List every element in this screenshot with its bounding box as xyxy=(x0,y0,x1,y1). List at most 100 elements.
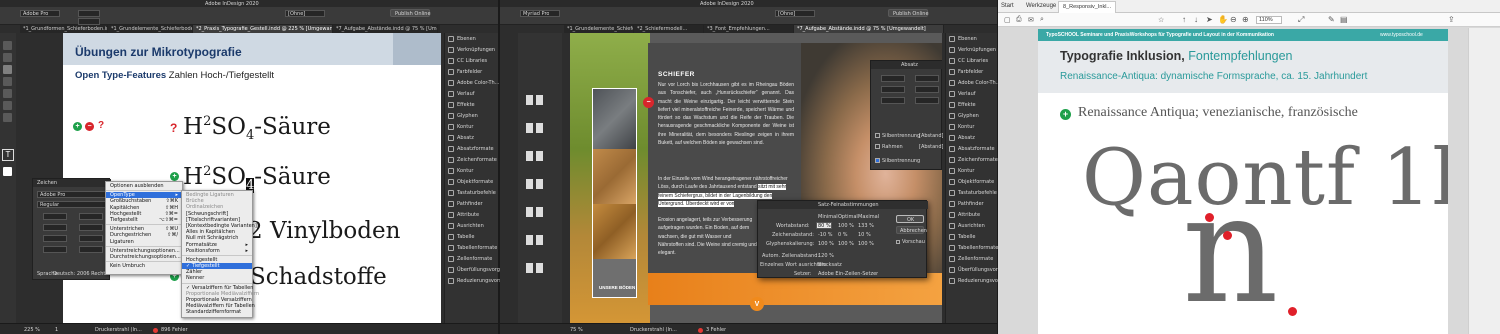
panel-item[interactable]: Tabellenformate xyxy=(946,242,998,253)
doc-tab[interactable]: *1_Grundelemente_Schieferboden... xyxy=(564,25,634,33)
panel-item[interactable]: Adobe Color-Th... xyxy=(946,77,1000,88)
page-thumb[interactable] xyxy=(536,263,543,273)
leading-field[interactable] xyxy=(78,18,100,25)
menu-item-ligatures[interactable]: Ligaturen xyxy=(106,239,182,245)
panel-item[interactable]: Attribute xyxy=(946,209,997,220)
letter-space-max[interactable]: 10 % xyxy=(858,232,871,238)
submenu-item[interactable]: Positionsform ▸ xyxy=(182,248,252,254)
page-thumb[interactable] xyxy=(526,263,533,273)
fit-page-icon[interactable]: ⤢ xyxy=(1298,15,1304,25)
bookmark-icon[interactable]: ☆ xyxy=(1158,16,1164,24)
prev-page-icon[interactable]: ↑ xyxy=(1182,15,1186,24)
panel-item[interactable]: Tabellenformate xyxy=(445,242,498,253)
absatz-field[interactable] xyxy=(881,86,905,93)
fill-swatch-icon[interactable] xyxy=(3,167,12,176)
zeichen-hscale-field[interactable] xyxy=(79,235,103,242)
doc-tab-active[interactable]: *2_Praxis_Typografie_Gestell.indd @ 225 … xyxy=(193,25,333,33)
tab-document[interactable]: 8_Responsiv_Inkl... xyxy=(1058,1,1116,13)
menu-item-hide-options[interactable]: Optionen ausblenden xyxy=(106,183,182,189)
doc-tab[interactable]: *2_Schiefermodell... xyxy=(634,25,704,33)
panel-item[interactable]: Kontur xyxy=(946,121,997,132)
zoom-in-icon[interactable]: ⊕ xyxy=(1242,15,1249,24)
pen-tool-icon[interactable] xyxy=(3,89,12,98)
print-icon[interactable]: ⎙ xyxy=(1016,16,1022,24)
panel-item[interactable]: Adobe Color-Th... xyxy=(445,77,499,88)
doc-tab-active[interactable]: *7_Aufgabe_Abstände.indd @ 75 % [Umgewan… xyxy=(794,25,944,33)
zeichen-tracking-field[interactable] xyxy=(79,224,103,231)
panel-item[interactable]: Farbfelder xyxy=(445,66,498,77)
rectangle-tool-icon[interactable] xyxy=(3,101,12,110)
doc-tab[interactable]: *3_Font_Empfehlungen... xyxy=(704,25,794,33)
search-icon[interactable]: ⌕ xyxy=(1040,16,1044,24)
absatz-field[interactable] xyxy=(881,75,905,82)
submenu-item-denominator[interactable]: Nenner xyxy=(182,275,252,281)
page-thumb[interactable] xyxy=(536,235,543,245)
page-thumb[interactable] xyxy=(536,207,543,217)
comment-icon[interactable]: ✎ xyxy=(1328,15,1335,24)
zeichen-skew-field[interactable] xyxy=(79,246,103,253)
panel-item[interactable]: Effekte xyxy=(946,99,997,110)
glyph-scale-opt[interactable]: 100 % xyxy=(838,241,854,247)
panel-item[interactable]: Tabelle xyxy=(445,231,498,242)
panel-item[interactable]: Ebenen xyxy=(946,33,997,44)
font-field[interactable]: Myriad Pro xyxy=(520,10,560,17)
preflight-profile[interactable]: Druckerstrahl (In... xyxy=(630,327,677,333)
share-icon[interactable]: ⇪ xyxy=(1448,15,1455,24)
panel-item[interactable]: Zeichenformate xyxy=(445,154,498,165)
hyphenation-checkbox[interactable] xyxy=(875,133,880,138)
panel-item[interactable]: Kontur xyxy=(445,121,498,132)
select-tool-icon[interactable]: ➤ xyxy=(1206,15,1213,24)
page-thumb[interactable] xyxy=(536,179,543,189)
panel-item[interactable]: Zellenformate xyxy=(946,253,997,264)
hand-tool-icon[interactable] xyxy=(3,113,12,122)
cancel-button[interactable]: Abbrechen xyxy=(896,226,927,234)
zeichen-font-field[interactable]: Adobe Pro xyxy=(37,191,107,198)
panel-item[interactable]: Reduzierungsvorschau xyxy=(946,275,1015,286)
panel-item[interactable]: Pathfinder xyxy=(946,198,997,209)
next-page-icon[interactable]: ↓ xyxy=(1194,15,1198,24)
panel-item[interactable]: Objektformate xyxy=(946,176,997,187)
panel-item[interactable]: Kontur xyxy=(946,165,997,176)
zoom-out-icon[interactable]: ⊖ xyxy=(1230,15,1237,24)
highlight-icon[interactable]: ▤ xyxy=(1340,15,1348,24)
panel-item[interactable]: Glyphen xyxy=(445,110,498,121)
style-field[interactable]: [Ohne] xyxy=(285,10,325,17)
size-field[interactable] xyxy=(78,10,100,17)
page-thumb[interactable] xyxy=(526,151,533,161)
panel-item[interactable]: Verknüpfungen xyxy=(445,44,498,55)
word-space-max[interactable]: 133 % xyxy=(858,223,874,229)
type-tool-icon[interactable] xyxy=(3,65,12,74)
panel-item[interactable]: Ebenen xyxy=(445,33,498,44)
publish-online-button[interactable]: Publish Online xyxy=(390,9,431,17)
panel-item[interactable]: Verlauf xyxy=(946,88,997,99)
style-field[interactable]: [Ohne] xyxy=(775,10,815,17)
zeichen-lang-value[interactable]: Deutsch: 2006 Rechtsch... xyxy=(53,271,109,277)
glyph-scale-min[interactable]: 100 % xyxy=(818,241,834,247)
panel-item[interactable]: Tastaturbefehle xyxy=(445,187,498,198)
panel-item[interactable]: CC Libraries xyxy=(946,55,997,66)
preflight-errors[interactable]: 3 Fehler xyxy=(706,327,726,333)
page-thumb[interactable] xyxy=(536,123,543,133)
panel-item[interactable]: Attribute xyxy=(445,209,498,220)
letter-space-opt[interactable]: 0 % xyxy=(838,232,848,238)
preflight-errors[interactable]: 896 Fehler xyxy=(161,327,188,333)
word-space-opt[interactable]: 100 % xyxy=(838,223,854,229)
panel-item[interactable]: CC Libraries xyxy=(445,55,498,66)
panel-item[interactable]: Glyphen xyxy=(946,110,997,121)
page-thumb[interactable] xyxy=(526,179,533,189)
direct-select-tool-icon[interactable] xyxy=(3,53,12,62)
panel-item[interactable]: Effekte xyxy=(445,99,498,110)
save-icon[interactable]: ▢ xyxy=(1004,16,1011,24)
doc-tab[interactable]: *1_Grundelemente_Schieferboden... xyxy=(108,25,193,33)
hand-tool-icon[interactable]: ✋ xyxy=(1218,15,1228,24)
letter-space-min[interactable]: -10 % xyxy=(818,232,833,238)
page-thumb[interactable] xyxy=(526,95,533,105)
hyphenate-checkbox[interactable] xyxy=(875,158,880,163)
composer-value[interactable]: Adobe Ein-Zeilen-Setzer xyxy=(818,271,878,277)
absatz-field[interactable] xyxy=(915,86,939,93)
panel-item[interactable]: Objektformate xyxy=(445,176,498,187)
line-tool-icon[interactable] xyxy=(3,77,12,86)
selection-tool-icon[interactable] xyxy=(3,41,12,50)
autoleading-value[interactable]: 120 % xyxy=(818,253,834,259)
page-thumb[interactable] xyxy=(536,151,543,161)
